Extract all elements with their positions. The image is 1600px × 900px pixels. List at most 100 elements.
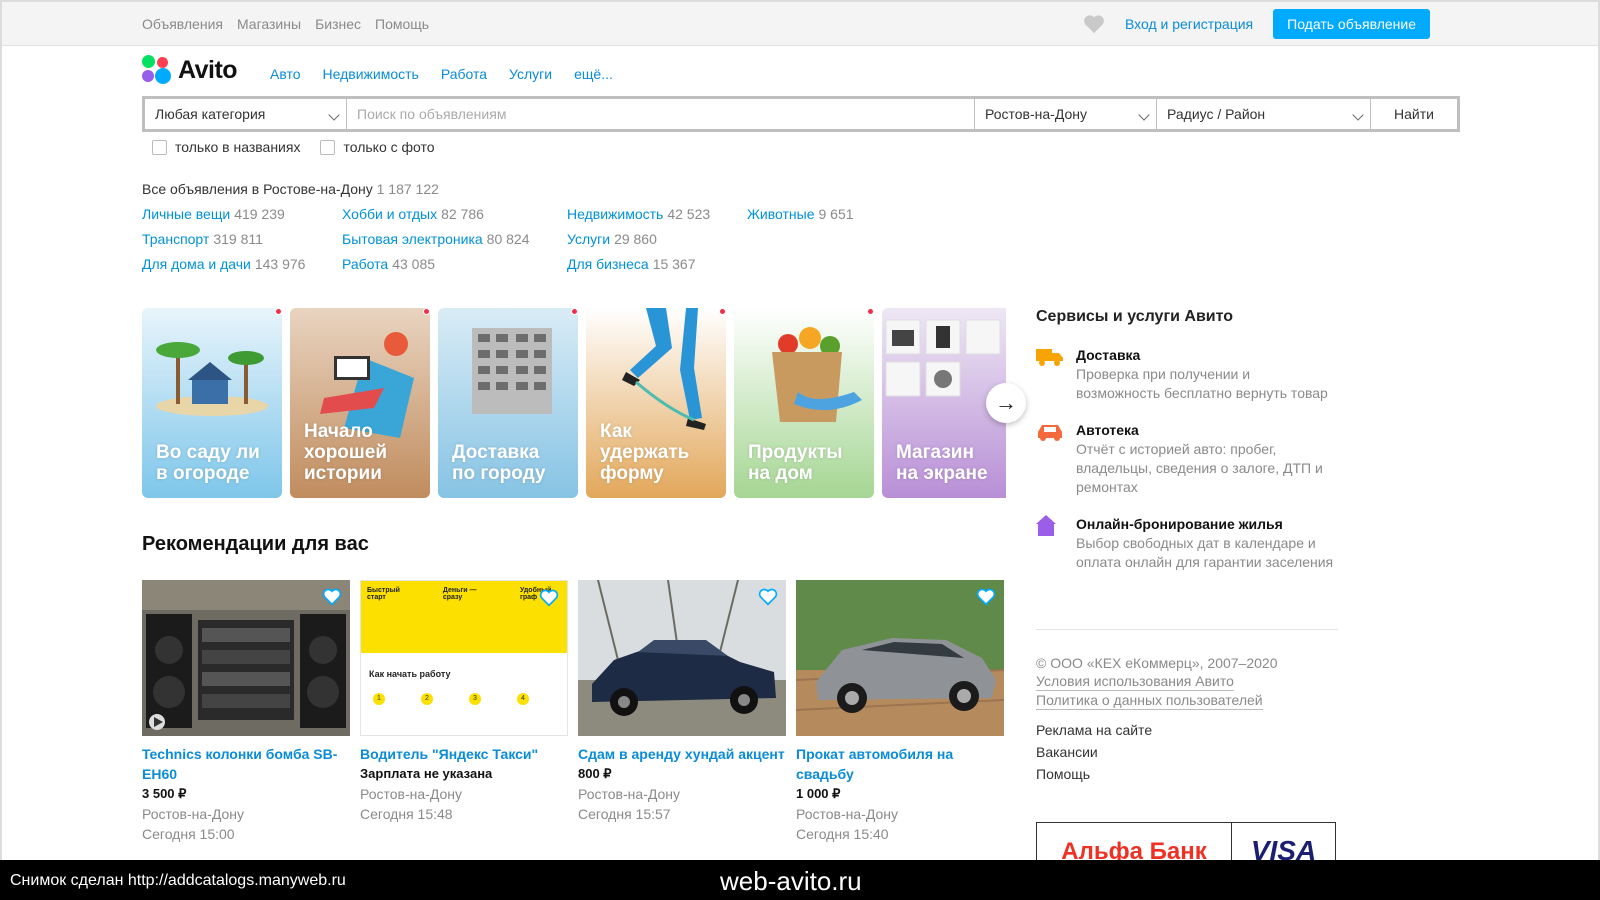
category-link[interactable]: Для бизнеса	[567, 256, 649, 272]
category-link[interactable]: Животные	[747, 206, 815, 222]
category-link[interactable]: Недвижимость	[567, 206, 663, 222]
terms-link[interactable]: Условия использования Авито	[1036, 673, 1234, 691]
logo-text: Avito	[178, 55, 238, 84]
listing-location: Ростов-на-Дону	[360, 786, 462, 802]
nav-services[interactable]: Услуги	[509, 66, 552, 82]
grocery-bag-illustration	[772, 327, 862, 422]
listing-photo[interactable]: Быстрый старт Деньги — сразу Удобный гра…	[360, 580, 568, 736]
listing-price: Зарплата не указана	[360, 766, 493, 781]
suv-photo	[796, 580, 1004, 736]
top-nav-shops[interactable]: Магазины	[237, 16, 301, 32]
listing-card[interactable]: Technics колонки бомба SB-EH60 3 500 ₽ Р…	[142, 580, 350, 844]
building-illustration	[472, 328, 552, 414]
favorite-heart-icon[interactable]	[758, 588, 778, 606]
promo-banner-text: Начало хорошей истории	[304, 421, 387, 484]
category-select[interactable]: Любая категория	[145, 99, 347, 129]
promo-banner-text: Продукты на дом	[748, 442, 843, 484]
alfa-bank-logo: Альфа Банк	[1037, 823, 1232, 860]
category-link[interactable]: Транспорт	[142, 231, 209, 247]
privacy-link[interactable]: Политика о данных пользователей	[1036, 692, 1263, 710]
search-input[interactable]: Поиск по объявлениям	[347, 99, 975, 129]
titles-only-checkbox[interactable]: только в названиях	[152, 139, 300, 155]
promo-banner-story[interactable]: Начало хорошей истории	[290, 308, 430, 498]
listing-photo[interactable]	[796, 580, 1004, 736]
listing-time: Сегодня 15:40	[796, 826, 889, 842]
top-nav-help[interactable]: Помощь	[375, 16, 429, 32]
top-strip: Объявления Магазины Бизнес Помощь Вход и…	[2, 2, 1598, 46]
promo-banner-garden[interactable]: Во саду ли в огороде	[142, 308, 282, 498]
with-photo-checkbox[interactable]: только с фото	[320, 139, 435, 155]
new-dot-icon	[275, 308, 282, 315]
page: Объявления Магазины Бизнес Помощь Вход и…	[0, 0, 1600, 860]
promo-banner-groceries[interactable]: Продукты на дом	[734, 308, 874, 498]
category-item: Для бизнеса 15 367	[567, 256, 710, 275]
avito-logo[interactable]: Avito	[142, 55, 238, 85]
category-link[interactable]: Для дома и дачи	[142, 256, 251, 272]
listing-title[interactable]: Прокат автомобиля на свадьбу	[796, 744, 1004, 784]
category-link[interactable]: Личные вещи	[142, 206, 230, 222]
service-item-autoteka[interactable]: Автотека Отчёт с историей авто: пробег, …	[1036, 421, 1336, 497]
favorite-heart-icon[interactable]	[539, 589, 559, 607]
listing-title[interactable]: Водитель "Яндекс Такси"	[360, 744, 568, 764]
top-nav-ads[interactable]: Объявления	[142, 16, 223, 32]
speakers-photo	[142, 580, 350, 736]
listing-title[interactable]: Сдам в аренду хундай акцент	[578, 744, 786, 764]
service-item-booking[interactable]: Онлайн-бронирование жилья Выбор свободны…	[1036, 515, 1336, 572]
listing-card[interactable]: Быстрый старт Деньги — сразу Удобный гра…	[360, 580, 568, 824]
service-desc: Выбор свободных дат в календаре и оплата…	[1076, 535, 1334, 570]
listing-card[interactable]: Прокат автомобиля на свадьбу 1 000 ₽ Рос…	[796, 580, 1004, 844]
listing-location: Ростов-на-Дону	[796, 806, 898, 822]
main-nav: Авто Недвижимость Работа Услуги ещё...	[270, 66, 613, 82]
category-link[interactable]: Услуги	[567, 231, 610, 247]
listing-location: Ростов-на-Дону	[142, 806, 244, 822]
alfa-visa-ad-banner[interactable]: Альфа Банк VISA	[1036, 822, 1336, 860]
category-link[interactable]: Бытовая электроника	[342, 231, 483, 247]
nav-auto[interactable]: Авто	[270, 66, 301, 82]
city-select[interactable]: Ростов-на-Дону	[975, 99, 1157, 129]
service-item-delivery[interactable]: Доставка Проверка при получении и возмож…	[1036, 346, 1336, 403]
favorite-heart-icon[interactable]	[976, 588, 996, 606]
category-count: 9 651	[818, 206, 854, 222]
login-link[interactable]: Вход и регистрация	[1125, 16, 1253, 32]
top-right: Вход и регистрация Подать объявление	[1083, 9, 1430, 39]
footer-link-help[interactable]: Помощь	[1036, 766, 1152, 782]
promo-banner-delivery[interactable]: Доставка по городу	[438, 308, 578, 498]
favorites-heart-icon[interactable]	[1083, 14, 1105, 34]
all-ads-count: 1 187 122	[376, 181, 439, 197]
top-nav-business[interactable]: Бизнес	[315, 16, 361, 32]
checkbox-box[interactable]	[320, 139, 336, 155]
service-name[interactable]: Онлайн-бронирование жилья	[1076, 515, 1336, 534]
promo-banner-text: Как удержать форму	[600, 421, 690, 484]
step-badge: 1	[373, 693, 385, 705]
favorite-heart-icon[interactable]	[322, 588, 342, 606]
promo-banner-fitness[interactable]: Как удержать форму	[586, 308, 726, 498]
yandex-ad-col: Деньги — сразу	[442, 587, 477, 601]
promo-banner-text: Во саду ли в огороде	[156, 442, 260, 484]
radius-select[interactable]: Радиус / Район	[1157, 99, 1371, 129]
radius-select-value: Радиус / Район	[1167, 106, 1266, 122]
category-link[interactable]: Хобби и отдых	[342, 206, 437, 222]
promo-banner-text: Магазин на экране	[896, 442, 988, 484]
listing-card[interactable]: Сдам в аренду хундай акцент 800 ₽ Ростов…	[578, 580, 786, 824]
category-item: Для дома и дачи 143 976	[142, 256, 305, 275]
house-icon	[1036, 515, 1056, 536]
services-title: Сервисы и услуги Авито	[1036, 308, 1234, 325]
footer-links: Реклама на сайте Вакансии Помощь	[1036, 722, 1152, 782]
nav-jobs[interactable]: Работа	[441, 66, 487, 82]
top-nav: Объявления Магазины Бизнес Помощь	[142, 16, 429, 32]
search-button[interactable]: Найти	[1371, 99, 1457, 129]
nav-more[interactable]: ещё...	[574, 66, 613, 82]
arrow-right-icon[interactable]: →	[986, 383, 1026, 423]
listing-photo[interactable]	[578, 580, 786, 736]
listing-photo[interactable]	[142, 580, 350, 736]
listing-title[interactable]: Technics колонки бомба SB-EH60	[142, 744, 350, 784]
post-ad-button[interactable]: Подать объявление	[1273, 9, 1430, 39]
service-name[interactable]: Автотека	[1076, 421, 1336, 440]
nav-realty[interactable]: Недвижимость	[323, 66, 419, 82]
footer-link-ads[interactable]: Реклама на сайте	[1036, 722, 1152, 738]
category-column: Личные вещи 419 239 Транспорт 319 811 Для …	[142, 206, 305, 275]
category-link[interactable]: Работа	[342, 256, 388, 272]
footer-link-jobs[interactable]: Вакансии	[1036, 744, 1152, 760]
service-name[interactable]: Доставка	[1076, 346, 1336, 365]
checkbox-box[interactable]	[152, 139, 167, 155]
